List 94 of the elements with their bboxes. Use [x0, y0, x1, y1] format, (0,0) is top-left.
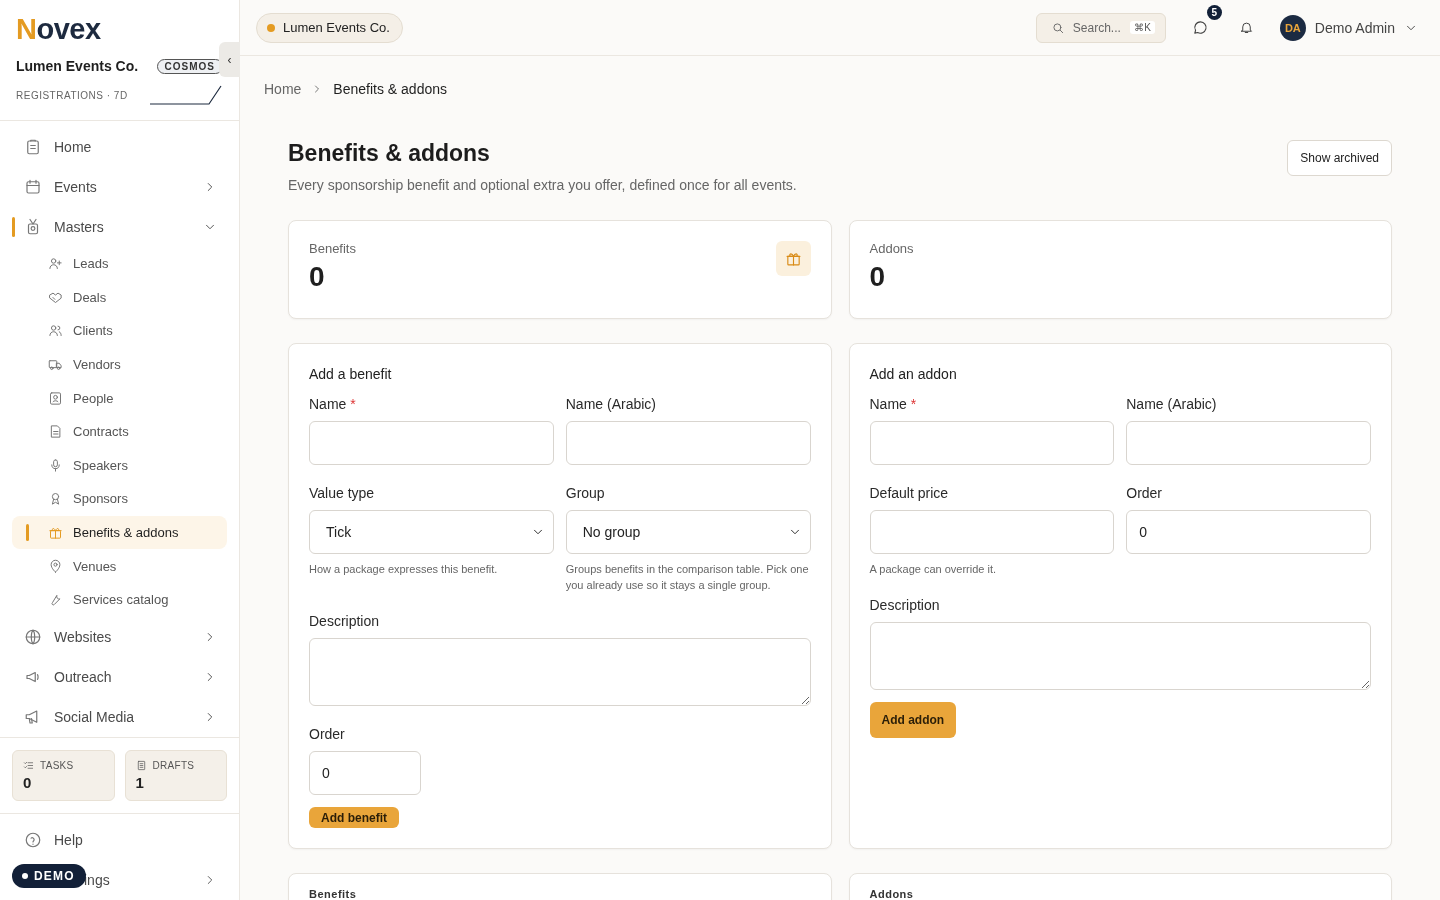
nav-item[interactable]: Websites [12, 616, 227, 657]
counter-value: 1 [135, 773, 145, 791]
field-label: Default price [869, 485, 950, 501]
text-field[interactable] [309, 421, 554, 465]
notification-count: 5 [1206, 5, 1222, 20]
number-field[interactable]: 0 [309, 751, 421, 795]
calendar-icon [24, 178, 42, 196]
document-icon [48, 424, 63, 440]
nav-subitem[interactable]: Leads [12, 247, 227, 281]
globe-icon [24, 627, 42, 646]
nav-item[interactable]: Home [12, 127, 227, 167]
add-button[interactable]: Add addon [869, 702, 957, 738]
page-title: Benefits & addons [288, 140, 491, 167]
user-menu[interactable]: DA Demo Admin [1279, 14, 1418, 41]
sparkline-label: REGISTRATIONS · 7D [16, 89, 128, 101]
organization-name: Lumen Events Co. [16, 58, 139, 74]
field-label: Order [309, 726, 346, 742]
text-field[interactable] [565, 421, 811, 465]
text-field[interactable] [869, 510, 1115, 554]
user-avatar: DA [1279, 14, 1306, 41]
gift-icon [48, 525, 63, 541]
bell-icon [1238, 20, 1254, 35]
search-field[interactable]: Search... ⌘K [1035, 12, 1166, 43]
field-label: Name * [869, 396, 918, 412]
help-icon [24, 830, 42, 849]
page-subtitle: Every sponsorship benefit and optional extra you offer, defined once for all events. [288, 177, 797, 193]
draft-icon [135, 759, 147, 771]
field-hint: Groups benefits in the comparison table. Pick one you already use so it stays a single group. [565, 562, 810, 593]
users-icon [48, 323, 63, 339]
add-button[interactable]: Add benefit [309, 807, 399, 828]
nav-subitem[interactable]: Sponsors [12, 482, 227, 516]
nav-subitem[interactable]: Venues [12, 549, 227, 583]
id-card-icon [48, 390, 63, 406]
counter-label: DRAFTS [152, 759, 195, 771]
nav-subitem[interactable]: Services catalog [12, 582, 227, 617]
field-label: Name (Arabic) [1126, 396, 1218, 412]
field-label: Value type [309, 485, 376, 501]
card-title: Add an addon [869, 366, 958, 382]
nav-item[interactable]: Events [12, 167, 227, 207]
user-plus-icon [48, 256, 63, 272]
card-title: Addons [869, 888, 914, 900]
clipboard-icon [24, 138, 42, 156]
nav-item[interactable]: Social Media [12, 696, 227, 737]
chat-icon [1191, 19, 1209, 36]
card-title: Benefits [309, 888, 357, 900]
select-field[interactable]: Tick [309, 510, 554, 554]
field-hint: A package can override it. [869, 562, 998, 577]
truck-icon [48, 357, 63, 373]
breadcrumb-item: Benefits & addons [333, 81, 447, 97]
nav-subitem[interactable]: People [12, 381, 227, 415]
search-icon [1050, 20, 1065, 35]
field-label: Name * [309, 396, 357, 412]
text-field[interactable] [869, 421, 1115, 465]
stat-value: 0 [309, 261, 326, 293]
breadcrumb-item[interactable]: Home [264, 81, 302, 97]
demo-badge: DEMO [12, 864, 86, 888]
counter-label: TASKS [40, 759, 74, 771]
workspace-chip[interactable]: Lumen Events Co. [256, 12, 403, 43]
select-field[interactable]: No group [565, 510, 811, 554]
shortcut-hint: ⌘K [1130, 21, 1155, 34]
gift-icon [784, 250, 802, 267]
field-label: Group [565, 485, 606, 501]
card-title: Add a benefit [309, 366, 393, 382]
nav-item[interactable]: ings [84, 871, 110, 888]
nav-item[interactable]: Help [12, 819, 227, 860]
stat-label: Addons [869, 241, 914, 256]
nav-subitem[interactable]: Clients [12, 314, 227, 348]
field-label: Name (Arabic) [565, 396, 657, 412]
nav-item[interactable]: Outreach [12, 656, 227, 697]
field-label: Description [309, 613, 381, 629]
nav-item[interactable]: Masters [12, 207, 227, 247]
show-archived-button[interactable]: Show archived [1287, 140, 1392, 176]
logo: Novex [16, 14, 101, 44]
number-field[interactable]: 0 [1126, 510, 1371, 554]
counter-value: 0 [23, 773, 33, 791]
map-pin-icon [48, 558, 63, 574]
text-area[interactable] [869, 622, 1371, 690]
nav-subitem[interactable]: Speakers [12, 448, 227, 483]
field-label: Order [1126, 485, 1164, 501]
checklist-icon [23, 759, 34, 771]
nav-subitem[interactable]: Contracts [12, 414, 227, 449]
stat-label: Benefits [309, 241, 356, 256]
counter-card[interactable]: DRAFTS 1 [124, 749, 227, 801]
microphone-icon [48, 457, 63, 473]
counter-card[interactable]: TASKS 0 [12, 749, 115, 801]
collapse-button[interactable]: ‹ [219, 42, 240, 77]
text-area[interactable] [309, 638, 811, 706]
nav-subitem[interactable]: Benefits & addons [12, 515, 227, 550]
nav-subitem[interactable]: Vendors [12, 347, 227, 382]
nav-subitem[interactable]: Deals [12, 280, 227, 315]
text-field[interactable] [1126, 421, 1371, 465]
field-label: Description [869, 597, 941, 613]
field-hint: How a package expresses this benefit. [309, 562, 499, 577]
stat-value: 0 [869, 261, 887, 293]
